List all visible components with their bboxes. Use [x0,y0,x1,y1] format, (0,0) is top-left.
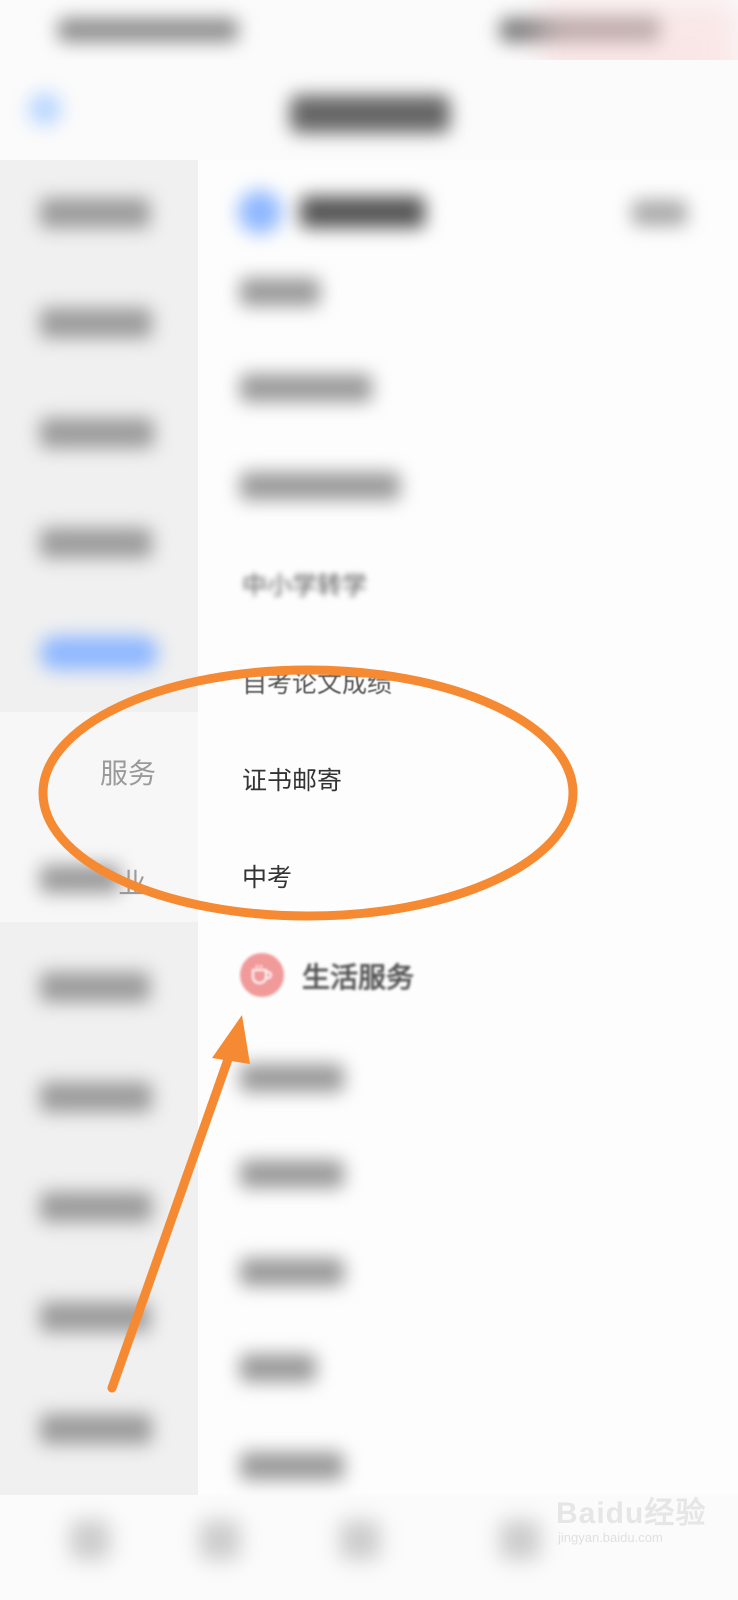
page-title [290,95,450,133]
nav-profile-icon[interactable] [500,1520,540,1560]
service-item-transfer[interactable]: 中小学转学 [242,566,367,602]
sidebar-item[interactable] [40,418,154,448]
watermark-url: jingyan.baidu.com [558,1530,663,1545]
service-item[interactable] [240,1064,344,1092]
service-item-zhongkao[interactable]: 中考 [242,858,292,894]
category-title-life-service[interactable]: 生活服务 [302,956,414,996]
nav-home-icon[interactable] [70,1520,110,1560]
sidebar-item[interactable] [40,528,152,558]
sidebar-item[interactable] [40,1302,150,1332]
sidebar-item[interactable] [40,198,150,228]
sidebar-item[interactable] [40,1192,152,1222]
service-item[interactable] [240,1258,344,1286]
sidebar-item[interactable] [40,308,152,338]
service-item[interactable] [240,1354,316,1382]
service-item[interactable] [240,374,372,402]
status-time [58,18,238,42]
service-item[interactable] [240,278,320,306]
service-item-certificate-mail[interactable]: 证书邮寄 [242,761,342,797]
category-title [300,196,425,228]
nav-service-icon[interactable] [200,1520,240,1560]
service-item[interactable] [240,1452,344,1480]
sidebar-item-label[interactable]: 业 [118,862,146,902]
baidu-watermark: Baidu经验 [556,1497,707,1530]
back-icon[interactable] [28,92,62,126]
service-item[interactable] [240,472,400,500]
more-link[interactable] [632,200,687,226]
sidebar-item[interactable] [40,1082,152,1112]
sidebar-item[interactable] [40,1414,152,1444]
sidebar-item-label[interactable]: 服务 [100,752,156,792]
sidebar-item-label-blur [40,865,120,893]
nav-message-icon[interactable] [340,1520,380,1560]
service-item-thesis-score[interactable]: 自考论文成绩 [242,664,392,700]
sidebar-item-active[interactable] [40,636,158,670]
coffee-cup-icon [240,953,284,997]
sidebar-item[interactable] [40,972,150,1002]
category-icon [238,190,282,234]
service-item[interactable] [240,1160,344,1188]
